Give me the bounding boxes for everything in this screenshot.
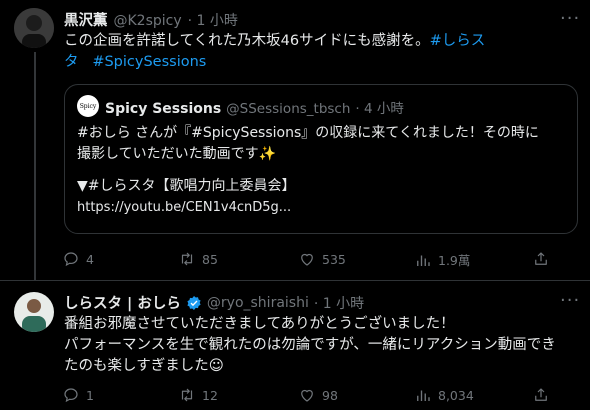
share-button[interactable] bbox=[532, 250, 550, 268]
views-count: 1.9萬 bbox=[438, 253, 471, 268]
heart-icon bbox=[301, 253, 313, 266]
tweet-text: 番組お邪魔させていただきましてありがとうございました！ パフォーマンスを生で観れ… bbox=[64, 314, 579, 377]
retweet-count: 85 bbox=[202, 251, 218, 267]
hashtag-link[interactable]: #しらス bbox=[430, 33, 486, 49]
heart-icon bbox=[301, 389, 313, 402]
quoted-tweet-time[interactable]: · 4 小時 bbox=[355, 97, 403, 117]
quoted-text-line: #おしら さんが『#SpicySessions』の収録に来てくれました！その時に bbox=[77, 125, 539, 141]
reply-count: 4 bbox=[86, 251, 94, 267]
more-options-icon[interactable]: ··· bbox=[560, 290, 580, 311]
thread-line bbox=[34, 52, 36, 280]
quoted-avatar[interactable]: Spicy bbox=[77, 95, 99, 117]
reply-count: 1 bbox=[86, 387, 94, 403]
author-name[interactable]: しらスタ | おしら bbox=[64, 292, 181, 313]
like-button[interactable]: 98 bbox=[298, 386, 338, 404]
views-icon bbox=[417, 390, 430, 401]
reply-button[interactable]: 4 bbox=[62, 250, 94, 268]
hashtag-link[interactable]: #SpicySessions bbox=[92, 54, 206, 70]
tweet-text-line: パフォーマンスを生で観れたのは勿論ですが、一緒にリアクション動画でき bbox=[64, 337, 556, 353]
reply-button[interactable]: 1 bbox=[62, 386, 94, 404]
like-count: 98 bbox=[322, 387, 338, 403]
verified-badge-icon bbox=[186, 295, 202, 311]
tweet-divider bbox=[0, 280, 590, 281]
reply-icon bbox=[64, 252, 78, 267]
quoted-author-handle[interactable]: @SSessions_tbsch bbox=[226, 101, 350, 117]
tweet-text-line: 番組お邪魔させていただきましてありがとうございました！ bbox=[64, 316, 455, 332]
avatar[interactable] bbox=[14, 292, 54, 332]
avatar[interactable] bbox=[14, 8, 54, 48]
retweet-button[interactable]: 12 bbox=[178, 386, 218, 404]
share-icon bbox=[535, 388, 547, 401]
like-count: 535 bbox=[322, 251, 346, 267]
more-options-icon[interactable]: ··· bbox=[560, 8, 580, 29]
views-button[interactable]: 1.9萬 bbox=[414, 250, 470, 269]
quoted-text-line: 撮影していただいた動画です✨ bbox=[77, 146, 277, 162]
quoted-tweet-text: #おしら さんが『#SpicySessions』の収録に来てくれました！その時に… bbox=[77, 123, 572, 218]
author-handle[interactable]: @ryo_shiraishi bbox=[207, 295, 309, 311]
share-icon bbox=[535, 252, 547, 265]
tweet-text-line: この企画を許諾してくれた乃木坂46サイドにも感謝を。 bbox=[64, 33, 430, 49]
reply-icon bbox=[64, 388, 78, 403]
quoted-text-line: ▼#しらスタ【歌唱力向上委員会】 bbox=[77, 178, 296, 194]
retweet-icon bbox=[181, 388, 193, 402]
tweet-text-line: たのも楽しすぎました☺ bbox=[64, 358, 224, 374]
like-button[interactable]: 535 bbox=[298, 250, 346, 268]
author-handle[interactable]: @K2spicy bbox=[114, 13, 182, 29]
views-icon bbox=[417, 255, 430, 266]
quoted-author-name[interactable]: Spicy Sessions bbox=[105, 101, 221, 117]
tweet-time[interactable]: · 1 小時 bbox=[314, 293, 364, 313]
views-button[interactable]: 8,034 bbox=[414, 386, 474, 404]
quoted-avatar-logo-text: Spicy bbox=[79, 102, 97, 110]
share-button[interactable] bbox=[532, 386, 550, 404]
author-name[interactable]: 黒沢薫 bbox=[64, 9, 108, 30]
retweet-button[interactable]: 85 bbox=[178, 250, 218, 268]
hashtag-link-continued[interactable]: タ bbox=[64, 54, 79, 70]
quoted-tweet-card[interactable]: Spicy Spicy Sessions @SSessions_tbsch · … bbox=[64, 84, 578, 234]
retweet-icon bbox=[181, 252, 193, 266]
quoted-link[interactable]: https://youtu.be/CEN1v4cnD5g... bbox=[77, 197, 572, 218]
tweet-time[interactable]: · 1 小時 bbox=[188, 10, 238, 30]
views-count: 8,034 bbox=[438, 387, 474, 403]
tweet-text: この企画を許諾してくれた乃木坂46サイドにも感謝を。#しらス タ #SpicyS… bbox=[64, 31, 564, 73]
retweet-count: 12 bbox=[202, 387, 218, 403]
